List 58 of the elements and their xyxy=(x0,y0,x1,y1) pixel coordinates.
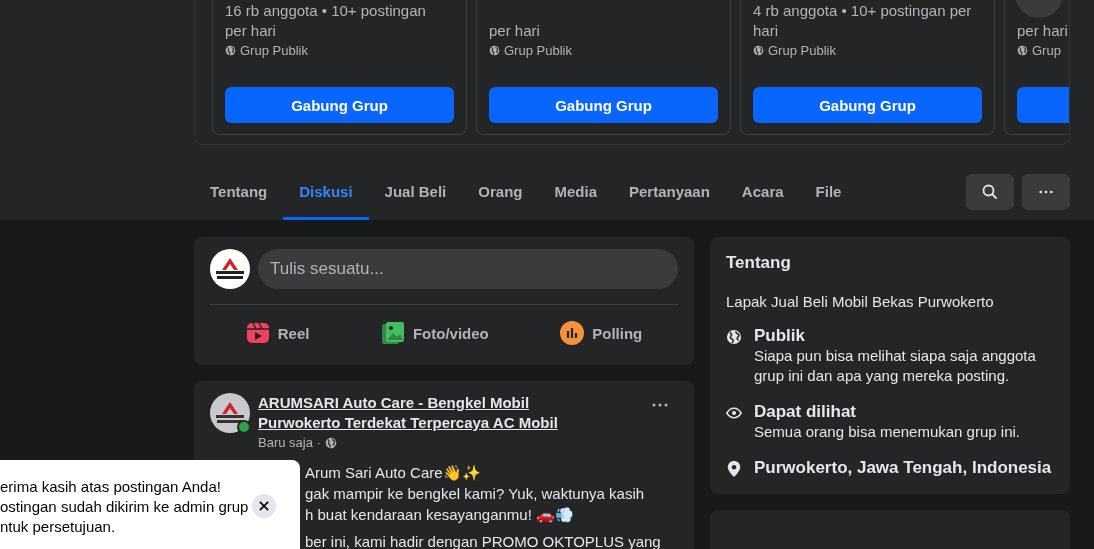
post-text-line: gak mampir ke bengkel kami? Yuk, waktunya kasih xyxy=(305,484,646,504)
tab[interactable]: Acara xyxy=(725,163,800,220)
search-icon xyxy=(982,183,998,200)
close-icon xyxy=(259,501,269,511)
join-group-button[interactable]: Gabung Grup xyxy=(489,87,718,123)
post-input-field[interactable]: Tulis sesuatu... xyxy=(258,249,678,289)
globe-icon xyxy=(324,436,337,449)
composer-action[interactable]: Polling xyxy=(548,309,655,357)
bar-chart-icon xyxy=(560,321,585,345)
toast-message: erima kasih atas postingan Anda! ostingan sudah dikirim ke admin grup ntuk persetujuan. xyxy=(0,477,250,537)
close-button[interactable] xyxy=(252,494,276,518)
about-item-title: Publik xyxy=(754,326,806,346)
globe-icon xyxy=(753,45,764,56)
avatar-icon xyxy=(210,249,250,289)
about-item-title: Purwokerto, Jawa Tengah, Indonesia xyxy=(754,458,1052,478)
about-item-text: Semua orang bisa menemukan grup ini. xyxy=(754,422,1021,442)
group-meta: 16 rb anggota • 10+ postingan xyxy=(225,1,427,21)
tab[interactable]: Tentang xyxy=(194,163,284,220)
group-meta: hari xyxy=(753,21,779,41)
globe-icon xyxy=(225,45,236,56)
location-pin-icon xyxy=(726,461,742,477)
photo-icon xyxy=(380,321,405,345)
tab[interactable]: Jual Beli xyxy=(368,163,463,220)
group-description: Lapak Jual Beli Mobil Bekas Purwokerto xyxy=(726,293,995,310)
post-text-line: Arum Sari Auto Care👋✨ xyxy=(305,463,482,483)
more-icon xyxy=(652,403,668,407)
search-button[interactable] xyxy=(966,173,1014,210)
join-group-button[interactable]: Gabung Grup xyxy=(225,87,454,123)
more-button[interactable] xyxy=(1022,173,1070,210)
group-privacy: Grup Publik xyxy=(768,43,836,58)
composer-action[interactable]: Reel xyxy=(233,309,322,357)
tab[interactable]: File xyxy=(799,163,858,220)
globe-icon xyxy=(726,329,742,345)
globe-icon xyxy=(1017,45,1028,56)
tab[interactable]: Pertanyaan xyxy=(613,163,726,220)
about-item-title: Dapat dilihat xyxy=(754,402,857,422)
group-meta: per hari xyxy=(489,21,541,41)
group-meta: per hari xyxy=(1017,21,1069,41)
avatar-icon xyxy=(210,393,250,433)
tab[interactable]: Orang xyxy=(462,163,539,220)
about-item-text: Siapa pun bisa melihat siapa saja anggota grup ini dan apa yang mereka posting. xyxy=(754,346,1037,386)
globe-icon xyxy=(489,45,500,56)
group-privacy: Grup Publik xyxy=(240,43,308,58)
tab[interactable]: Media xyxy=(538,163,613,220)
tab[interactable]: Diskusi xyxy=(283,163,369,220)
group-meta: 4 rb anggota • 10+ postingan per xyxy=(753,1,973,21)
author-link[interactable]: ARUMSARI Auto Care - Bengkel Mobil Purwokerto Terdekat Terpercaya AC Mobil xyxy=(258,393,608,433)
group-privacy: Grup Publik xyxy=(504,43,572,58)
eye-icon xyxy=(726,405,742,421)
about-title: Tentang xyxy=(726,253,792,273)
join-group-button[interactable]: Gabung Grup xyxy=(753,87,982,123)
group-privacy: Grup xyxy=(1032,43,1061,58)
post-text-line: h buat kendaraan kesayanganmu! 🚗💨 xyxy=(305,505,575,525)
post-time: Baru saja · xyxy=(258,435,321,450)
video-clip-icon xyxy=(245,321,270,345)
more-icon xyxy=(1039,189,1053,194)
group-meta: per hari xyxy=(225,21,277,41)
composer-action[interactable]: Foto/video xyxy=(368,309,501,357)
